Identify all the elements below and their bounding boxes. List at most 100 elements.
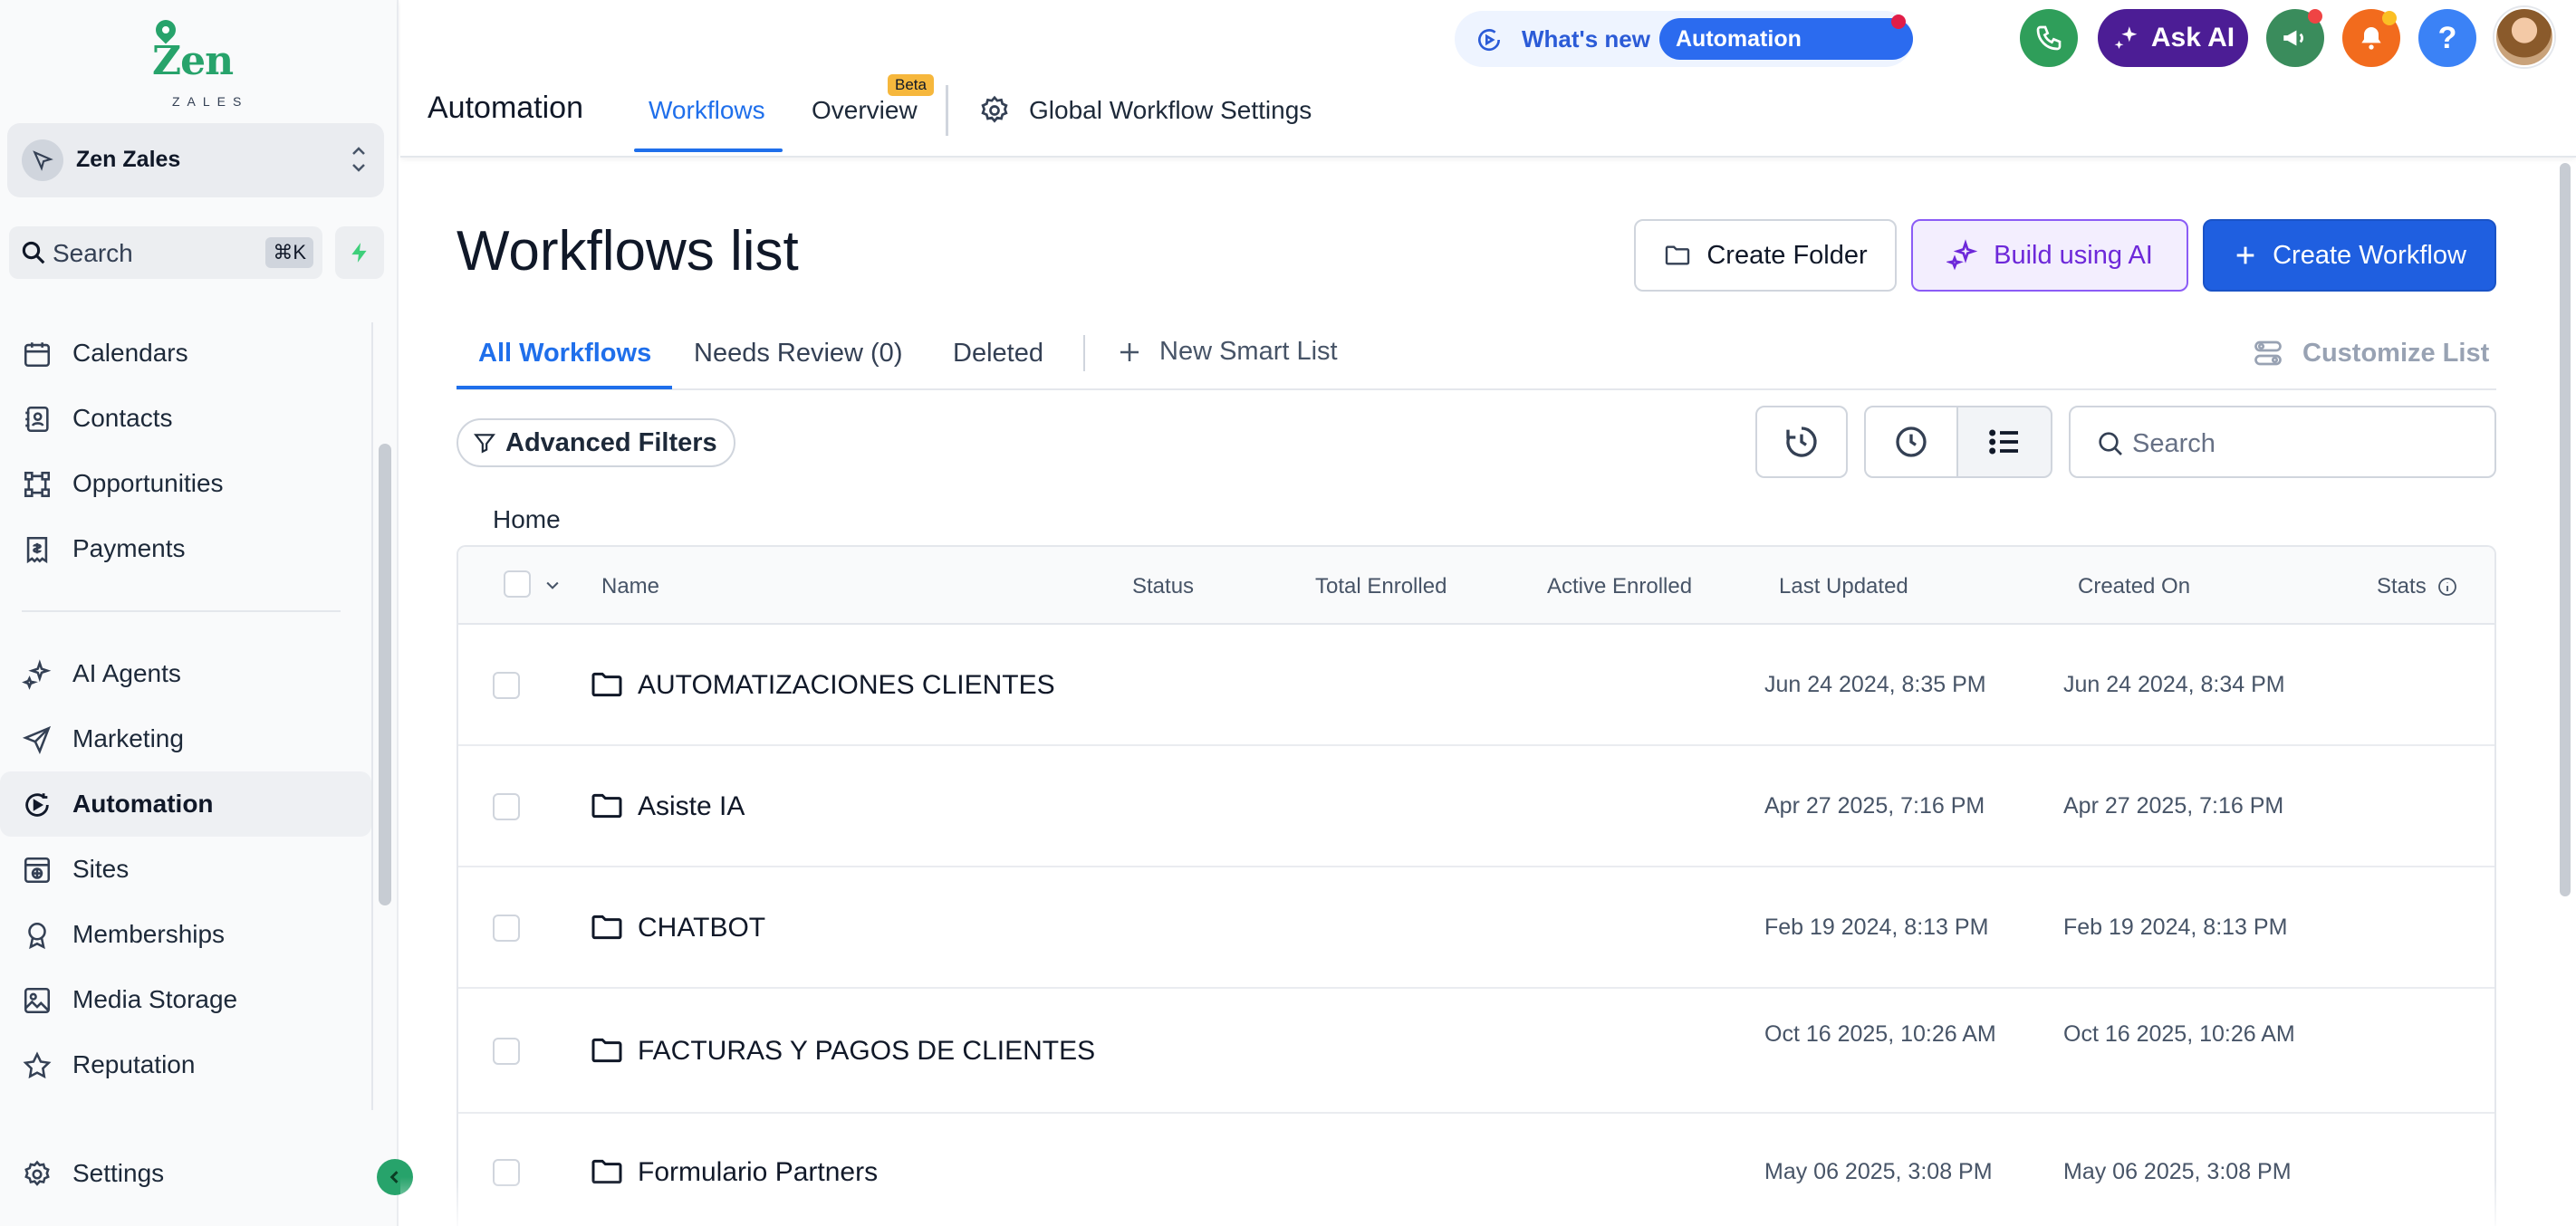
row-checkbox[interactable] [493, 672, 520, 699]
table-row[interactable]: Asiste IA Apr 27 2025, 7:16 PM Apr 27 20… [458, 746, 2494, 867]
sidebar-divider [22, 610, 341, 612]
sidebar-item-payments[interactable]: Payments [0, 516, 371, 581]
breadcrumb[interactable]: Home [493, 505, 561, 534]
new-smart-list-button[interactable]: New Smart List [1116, 337, 1338, 367]
history-button[interactable] [1755, 406, 1848, 478]
workflow-search[interactable]: Search [2069, 406, 2496, 478]
plus-icon [2236, 246, 2254, 264]
sidebar-item-memberships[interactable]: Memberships [0, 902, 371, 967]
sites-icon [24, 857, 51, 884]
sidebar-item-label: Media Storage [72, 985, 238, 1013]
info-icon[interactable] [2437, 576, 2458, 598]
automation-updates-pill[interactable]: Automation Updates [1659, 18, 1913, 93]
sidebar-item-contacts[interactable]: Contacts [0, 386, 371, 451]
created-on: Jun 24 2024, 8:34 PM [2063, 672, 2285, 697]
bottom-fade [400, 1177, 2576, 1226]
sidebar-item-automation[interactable]: Automation [0, 771, 371, 837]
quick-actions-button[interactable] [335, 226, 384, 279]
column-last-updated[interactable]: Last Updated [1779, 574, 1908, 599]
whats-new-label: What's new [1522, 25, 1650, 53]
create-workflow-button[interactable]: Create Workflow [2203, 219, 2496, 292]
account-name: Zen Zales [76, 147, 181, 172]
sidebar-item-marketing[interactable]: Marketing [0, 706, 371, 771]
user-avatar[interactable] [2494, 7, 2554, 67]
row-checkbox[interactable] [493, 915, 520, 942]
help-button[interactable]: ? [2418, 9, 2476, 67]
help-icon: ? [2437, 20, 2457, 55]
column-stats[interactable]: Stats [2377, 574, 2427, 599]
sidebar-item-settings[interactable]: Settings [0, 1141, 371, 1206]
folder-icon [591, 915, 622, 940]
workflow-name[interactable]: Asiste IA [638, 791, 745, 822]
sidebar-scroll-track [371, 322, 373, 1110]
advanced-filters-label: Advanced Filters [505, 427, 717, 457]
workflow-name[interactable]: CHATBOT [638, 913, 765, 943]
sparkles-icon [2114, 26, 2138, 50]
build-using-ai-button[interactable]: Build using AI [1911, 219, 2188, 292]
tab-workflows[interactable]: Workflows [649, 96, 765, 125]
global-workflow-settings-link[interactable]: Global Workflow Settings [1029, 96, 1312, 125]
app-title: Automation [428, 91, 583, 125]
table-row[interactable]: AUTOMATIZACIONES CLIENTES Jun 24 2024, 8… [458, 625, 2494, 746]
workflow-name[interactable]: AUTOMATIZACIONES CLIENTES [638, 670, 1055, 701]
image-icon [24, 987, 51, 1014]
sidebar-item-sites[interactable]: Sites [0, 837, 371, 902]
logo-sub: ZALES [172, 94, 249, 109]
column-status[interactable]: Status [1132, 574, 1194, 599]
sidebar-item-opportunities[interactable]: Opportunities [0, 451, 371, 516]
list-view-button[interactable] [1956, 406, 2052, 478]
ask-ai-button[interactable]: Ask AI [2098, 9, 2248, 67]
column-active-enrolled[interactable]: Active Enrolled [1547, 574, 1692, 599]
sidebar-item-label: AI Agents [72, 659, 181, 687]
sidebar-item-ai-agents[interactable]: AI Agents [0, 641, 371, 706]
sidebar-item-calendars[interactable]: Calendars [0, 321, 371, 386]
subtab-separator [1083, 335, 1085, 371]
sidebar-item-label: Memberships [72, 920, 226, 948]
megaphone-icon [2283, 30, 2303, 46]
subtabs-border [457, 388, 2496, 390]
sidebar-item-reputation[interactable]: Reputation [0, 1032, 371, 1097]
sidebar-item-label: Automation [72, 790, 214, 818]
account-switcher[interactable]: Zen Zales [7, 123, 384, 197]
whats-new-banner[interactable]: What's new Automation Updates [1455, 11, 1913, 93]
recent-view-button[interactable] [1864, 406, 1958, 478]
last-updated: Jun 24 2024, 8:35 PM [1764, 672, 1986, 697]
column-name[interactable]: Name [601, 574, 659, 599]
sidebar-item-media-storage[interactable]: Media Storage [0, 967, 371, 1032]
gear-icon [24, 1160, 50, 1186]
chevron-down-icon[interactable] [543, 576, 562, 594]
table-row[interactable]: FACTURAS Y PAGOS DE CLIENTES Oct 16 2025… [458, 989, 2494, 1114]
customize-list-button[interactable]: Customize List [2252, 337, 2489, 369]
history-icon [1786, 426, 1817, 457]
workflows-table: Name Status Total Enrolled Active Enroll… [457, 545, 2496, 1226]
phone-icon [2036, 25, 2062, 51]
phone-button[interactable] [2020, 9, 2078, 67]
main-scrollbar[interactable] [2560, 163, 2571, 896]
tab-overview[interactable]: Overview [812, 96, 918, 125]
workflow-name[interactable]: FACTURAS Y PAGOS DE CLIENTES [638, 1036, 1095, 1067]
list-icon [1989, 429, 2018, 455]
row-checkbox[interactable] [493, 1038, 520, 1065]
select-all-checkbox[interactable] [504, 570, 531, 598]
table-row[interactable]: CHATBOT Feb 19 2024, 8:13 PM Feb 19 2024… [458, 867, 2494, 989]
advanced-filters-button[interactable]: Advanced Filters [457, 418, 735, 467]
tab-all-workflows[interactable]: All Workflows [478, 339, 651, 369]
create-workflow-label: Create Workflow [2273, 240, 2466, 270]
sidebar-scrollbar[interactable] [379, 444, 391, 905]
row-checkbox[interactable] [493, 793, 520, 820]
column-total-enrolled[interactable]: Total Enrolled [1315, 574, 1447, 599]
tab-deleted[interactable]: Deleted [953, 339, 1043, 369]
sidebar-search[interactable]: Search ⌘K [9, 226, 322, 279]
tab-needs-review[interactable]: Needs Review (0) [694, 339, 902, 369]
create-folder-button[interactable]: Create Folder [1634, 219, 1897, 292]
column-created-on[interactable]: Created On [2078, 574, 2190, 599]
sidebar: Zen ZALES Zen Zales Search ⌘K Calendars … [0, 0, 399, 1226]
sidebar-item-label: Sites [72, 855, 130, 883]
company-logo[interactable]: Zen ZALES [147, 15, 241, 109]
gear-icon [981, 95, 1008, 123]
folder-icon [591, 672, 622, 697]
created-on: Apr 27 2025, 7:16 PM [2063, 793, 2284, 819]
plus-icon [1120, 342, 1139, 361]
memberships-icon [28, 922, 46, 950]
folder-icon [1666, 245, 1690, 265]
